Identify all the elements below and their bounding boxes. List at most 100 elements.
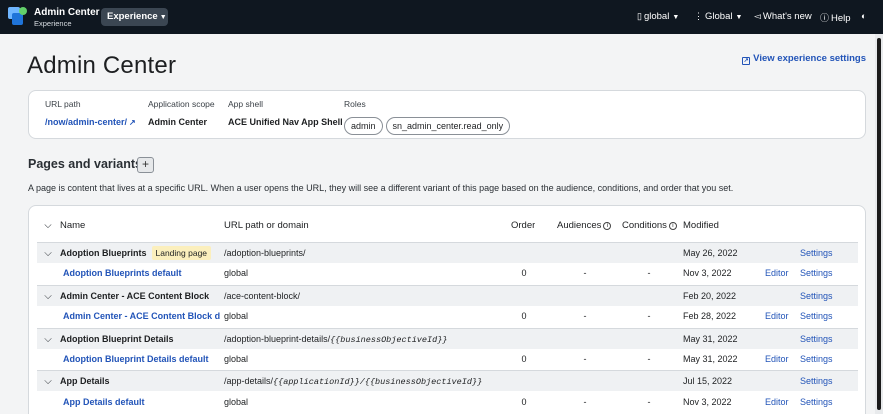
order-value: 0 [521,311,527,322]
page-name-cell: Adoption Blueprints Landing page [60,243,212,264]
collapse-all-button[interactable]: ⌵ [41,215,55,237]
row-expand-toggle[interactable]: ⌵ [41,286,55,307]
page-row[interactable]: ⌵ Adoption Blueprint Details/adoption-blu… [37,327,858,351]
language-selector[interactable]: ⋮ Global ▼ [694,11,742,22]
editor-link[interactable]: Editor [765,349,789,370]
conditions-value: - [647,268,651,279]
settings-link[interactable]: Settings [800,243,833,264]
url-path-link[interactable]: /now/admin-center/↗ [45,117,136,127]
url-cell: global [224,349,248,370]
url-parameter: {{applicationId}}/{{businessObjectiveId}… [273,377,483,388]
variant-name-link[interactable]: Admin Center - ACE Content Block d [63,311,220,321]
column-header-conditions[interactable]: Conditions i [622,215,677,237]
application-scope-section: Application scope Admin Center [148,99,215,127]
help-button[interactable]: ⓘ Help [820,11,851,24]
app-shell-label: App shell [228,99,263,109]
hierarchy-icon: ⋮ [694,11,703,21]
settings-link[interactable]: Settings [800,392,833,413]
page-name: App Details [60,376,110,387]
info-icon[interactable]: i [603,222,612,230]
scope-selector[interactable]: ▯ global ▼ [637,11,679,22]
help-icon: ⓘ [820,13,830,23]
url-cell: global [224,263,248,284]
scrollbar-thumb[interactable] [877,38,881,410]
audiences-value: - [583,396,587,407]
conditions-header-label: Conditions [622,220,667,231]
view-experience-settings-link[interactable]: ↗ View experience settings [742,53,866,65]
row-expand-toggle[interactable]: ⌵ [41,371,55,392]
modified-date: Nov 3, 2022 [683,396,732,407]
chevron-down-icon: ▼ [159,14,167,21]
page-row[interactable]: ⌵ Adoption Blueprints Landing page/adoptio… [37,242,858,263]
scope-label: global [643,11,670,22]
whats-new-label: What's new [762,11,812,22]
row-expand-toggle[interactable]: ⌵ [41,329,55,350]
app-logo[interactable] [8,7,27,26]
roles-section: Roles [344,99,366,109]
contrast-icon: ◐ [861,11,867,21]
modified-date: Feb 28, 2022 [683,311,737,322]
editor-link[interactable]: Editor [765,263,789,284]
order-value: 0 [521,354,527,364]
variant-row[interactable]: Adoption Blueprint Details default global… [37,349,858,370]
app-title: Admin Center [34,7,100,18]
editor-link[interactable]: Editor [765,392,789,413]
megaphone-icon: ◅ [754,11,761,21]
add-page-button[interactable]: + [137,157,154,173]
variant-row[interactable]: App Details default global 0 - - Nov 3, 2022 E… [37,391,858,413]
experience-menu-button[interactable]: Experience ▼ [101,8,168,26]
modified-date: Jul 15, 2022 [683,376,733,387]
variant-name-cell[interactable]: Adoption Blueprints default [63,263,182,284]
url-value: /app-details/ [224,376,274,387]
role-pill: sn_admin_center.read_only [385,117,511,135]
page-name: Adoption Blueprint Details [60,333,174,344]
chevron-down-icon: ⌵ [44,220,52,231]
audiences-header-label: Audiences [557,220,602,231]
column-header-modified[interactable]: Modified [683,215,719,237]
url-cell: /adoption-blueprint-details/{{businessOb… [224,329,447,351]
chevron-down-icon: ⌵ [44,333,52,345]
variant-name-link[interactable]: Adoption Blueprint Details default [63,354,209,364]
column-header-url[interactable]: URL path or domain [224,215,309,237]
conditions-value: - [647,396,651,407]
chevron-down-icon: ⌵ [44,376,52,388]
theme-toggle-button[interactable]: ◐ [861,11,868,22]
chevron-down-icon: ⌵ [44,248,52,259]
page-row[interactable]: ⌵ App Details/app-details/{{applicationId… [37,370,858,392]
info-icon[interactable]: i [668,222,677,230]
roles-list: admin sn_admin_center.read_only [344,117,513,135]
url-value: global [224,311,249,322]
settings-link[interactable]: Settings [800,349,833,370]
url-cell: global [224,392,248,413]
settings-link[interactable]: Settings [800,286,833,307]
settings-link[interactable]: Settings [800,371,833,392]
row-expand-toggle[interactable]: ⌵ [41,243,55,264]
settings-link[interactable]: Settings [800,306,833,327]
variant-name-cell[interactable]: App Details default [63,392,145,413]
column-header-name[interactable]: Name [60,215,85,237]
scrollbar[interactable] [875,34,883,414]
whats-new-button[interactable]: ◅ What's new [754,11,812,22]
column-header-audiences[interactable]: Audiences i [557,215,612,237]
url-cell: /adoption-blueprints/ [224,243,306,264]
page-row[interactable]: ⌵ Admin Center - ACE Content Block/ace-co… [37,284,858,307]
variant-name-cell[interactable]: Adoption Blueprint Details default [63,349,209,370]
editor-link[interactable]: Editor [765,306,789,327]
settings-link[interactable]: Settings [800,329,833,350]
external-link-icon: ↗ [129,118,136,127]
conditions-value: - [647,354,651,364]
variant-row[interactable]: Admin Center - ACE Content Block d global… [37,306,858,328]
variant-name-link[interactable]: Adoption Blueprints default [63,268,182,278]
page-name-cell: App Details [60,371,110,392]
variant-row[interactable]: Adoption Blueprints default global 0 - - Nov … [37,263,858,285]
modified-date: Feb 20, 2022 [683,290,737,301]
url-path-label: URL path [45,99,81,109]
app-shell-value: ACE Unified Nav App Shell [228,117,343,127]
roles-label: Roles [344,99,366,109]
variant-name-link[interactable]: App Details default [63,397,145,407]
column-header-order[interactable]: Order [511,215,535,237]
page-name: Admin Center - ACE Content Block [60,290,210,301]
settings-link[interactable]: Settings [800,263,833,284]
url-path-value: /now/admin-center/ [45,117,128,127]
variant-name-cell[interactable]: Admin Center - ACE Content Block d [63,306,220,327]
